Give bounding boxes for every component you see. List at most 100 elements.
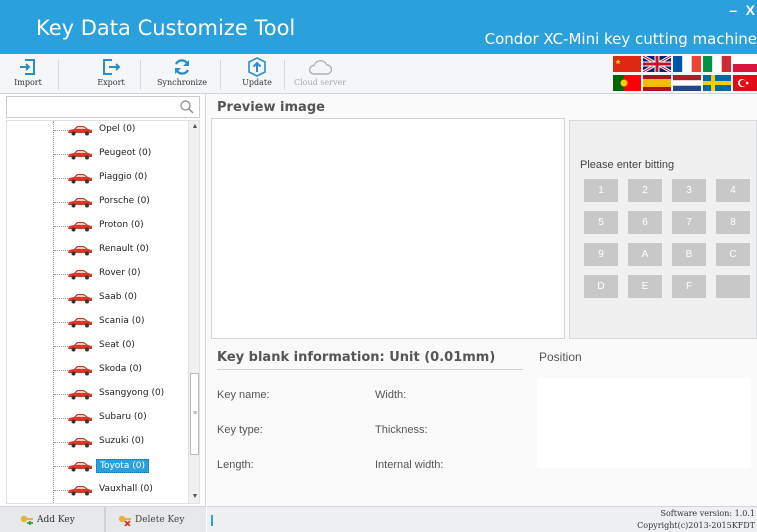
tree-item[interactable]: Seat (0) <box>7 334 194 358</box>
tree-item-label: Scania (0) <box>99 316 145 326</box>
tree-scrollbar[interactable]: ▲ ≡ ▼ <box>188 120 200 504</box>
tree-item[interactable]: Peugeot (0) <box>7 142 194 166</box>
length-label: Length: <box>217 459 254 471</box>
bitting-key-button[interactable]: 8 <box>716 211 750 234</box>
tree-item[interactable]: Saab (0) <box>7 286 194 310</box>
tree-branch-line <box>54 322 68 323</box>
tree-branch-line <box>54 298 68 299</box>
spanish-flag-icon[interactable] <box>643 75 671 91</box>
tree-item-label: Skoda (0) <box>99 364 142 374</box>
british-flag-icon[interactable] <box>643 56 671 72</box>
car-icon <box>68 294 92 304</box>
tree-item[interactable]: Porsche (0) <box>7 190 194 214</box>
tree-item[interactable]: Skoda (0) <box>7 358 194 382</box>
bitting-key-button[interactable]: C <box>716 243 750 266</box>
search-icon[interactable] <box>180 100 194 114</box>
toolbar: Import Export Synchronize Update Cloud s… <box>0 54 757 94</box>
bitting-panel: Please enter bitting 1234 5678 9ABC DEF <box>569 120 757 339</box>
tree-item[interactable]: Piaggio (0) <box>7 166 194 190</box>
tree-branch-line <box>54 394 68 395</box>
tree-item-label: Toyota (0) <box>96 459 149 473</box>
tree-item-label: Ssangyong (0) <box>99 388 165 398</box>
tree-branch-line <box>54 274 68 275</box>
scroll-down-icon[interactable]: ▼ <box>191 493 199 501</box>
car-icon <box>68 222 92 232</box>
tree-item-label: Proton (0) <box>99 220 144 230</box>
tree-item[interactable]: Rover (0) <box>7 262 194 286</box>
bitting-key-button[interactable]: 2 <box>628 179 662 202</box>
export-button[interactable]: Export <box>94 54 128 94</box>
status-indicator <box>211 515 213 526</box>
minimize-button[interactable]: – <box>729 2 737 18</box>
tree-item-label: Piaggio (0) <box>99 172 148 182</box>
car-icon <box>68 366 92 376</box>
tree-item[interactable]: Vauxhall (0) <box>7 478 194 502</box>
cloud-icon <box>308 60 333 75</box>
delete-key-button[interactable]: Delete Key <box>118 510 184 530</box>
car-icon <box>68 318 92 328</box>
synchronize-button[interactable]: Synchronize <box>154 54 210 94</box>
bitting-label: Please enter bitting <box>580 159 675 171</box>
italian-flag-icon[interactable] <box>703 56 731 72</box>
car-icon <box>68 438 92 448</box>
bitting-key-button[interactable]: B <box>672 243 706 266</box>
car-icon <box>68 414 92 424</box>
french-flag-icon[interactable] <box>673 56 701 72</box>
search-field[interactable] <box>6 96 200 118</box>
tree-item-label: Vauxhall (0) <box>99 484 153 494</box>
chinese-flag-icon[interactable] <box>613 56 641 72</box>
car-icon <box>68 390 92 400</box>
machine-subtitle: Condor XC-Mini key cutting machine <box>484 30 757 48</box>
update-button[interactable]: Update <box>240 54 274 94</box>
tree-item[interactable]: Toyota (0) <box>7 454 194 478</box>
turkish-flag-icon[interactable] <box>733 75 757 91</box>
tree-item[interactable]: Scania (0) <box>7 310 194 334</box>
delete-key-icon <box>118 515 131 526</box>
bitting-key-button[interactable] <box>716 275 750 298</box>
import-button[interactable]: Import <box>12 54 44 94</box>
copyright-text: Copyright(c)2013-2015KFDT <box>637 521 755 530</box>
scrollbar-grip-icon: ≡ <box>193 410 198 417</box>
sync-icon <box>174 59 190 75</box>
bitting-key-button[interactable]: E <box>628 275 662 298</box>
key-actions-bar: Add Key Delete Key <box>0 506 206 532</box>
scroll-up-icon[interactable]: ▲ <box>191 123 199 131</box>
swedish-flag-icon[interactable] <box>703 75 731 91</box>
bitting-key-button[interactable]: 1 <box>584 179 618 202</box>
bitting-key-button[interactable]: 3 <box>672 179 706 202</box>
bitting-key-button[interactable]: 7 <box>672 211 706 234</box>
bitting-key-button[interactable]: A <box>628 243 662 266</box>
portuguese-flag-icon[interactable] <box>613 75 641 91</box>
tree-item[interactable]: Proton (0) <box>7 214 194 238</box>
preview-image-area <box>211 118 565 339</box>
bitting-key-button[interactable]: F <box>672 275 706 298</box>
car-icon <box>68 246 92 256</box>
tree-item[interactable]: Ssangyong (0) <box>7 382 194 406</box>
tree-item[interactable]: Subaru (0) <box>7 406 194 430</box>
add-key-button[interactable]: Add Key <box>20 510 75 530</box>
bitting-key-button[interactable]: 5 <box>584 211 618 234</box>
export-icon <box>103 59 121 75</box>
car-icon <box>68 462 92 472</box>
tree-item[interactable]: Opel (0) <box>7 121 194 142</box>
software-version: Software version: 1.0.1 <box>660 509 756 518</box>
tree-branch-line <box>54 418 68 419</box>
scrollbar-thumb[interactable]: ≡ <box>190 373 199 455</box>
delete-key-label: Delete Key <box>135 515 185 525</box>
close-button[interactable]: X <box>746 2 755 18</box>
tree-item[interactable]: Suzuki (0) <box>7 430 194 454</box>
tree-item[interactable]: Renault (0) <box>7 238 194 262</box>
bitting-key-button[interactable]: D <box>584 275 618 298</box>
dutch-flag-icon[interactable] <box>673 75 701 91</box>
bitting-key-button[interactable]: 9 <box>584 243 618 266</box>
bitting-key-button[interactable]: 6 <box>628 211 662 234</box>
toolbar-divider <box>284 60 285 90</box>
tree-item-label: Rover (0) <box>99 268 141 278</box>
position-area <box>537 378 751 468</box>
bitting-key-button[interactable]: 4 <box>716 179 750 202</box>
tree-branch-line <box>54 250 68 251</box>
polish-flag-icon[interactable] <box>733 56 757 72</box>
car-icon <box>68 126 92 136</box>
cloud-server-button[interactable]: Cloud server <box>292 54 348 94</box>
car-icon <box>68 342 92 352</box>
